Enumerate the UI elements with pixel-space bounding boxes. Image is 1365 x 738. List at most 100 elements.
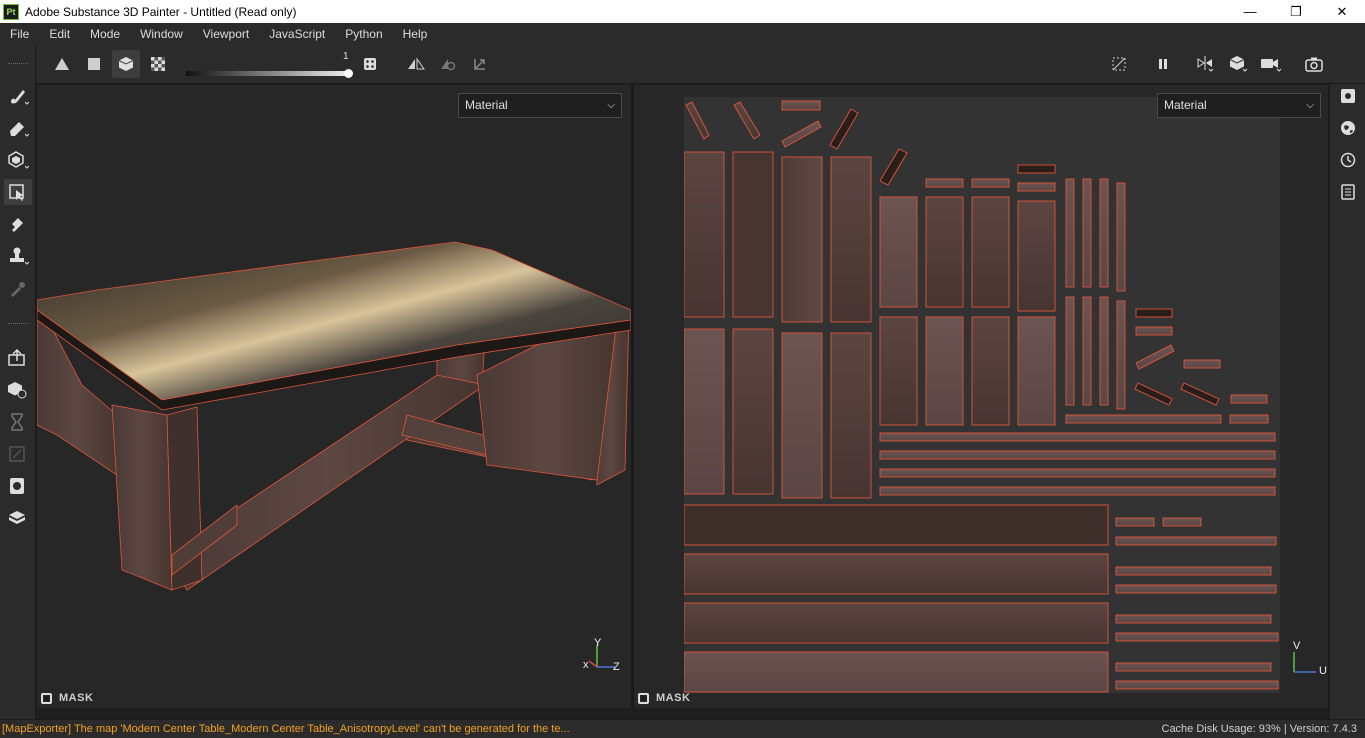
square-mode-button[interactable] (80, 50, 108, 78)
transform-button[interactable] (466, 50, 494, 78)
minimize-button[interactable]: — (1227, 0, 1273, 23)
close-button[interactable]: ✕ (1319, 0, 1365, 23)
menu-window[interactable]: Window (130, 23, 193, 45)
viewport-2d-channel-select[interactable]: Material ⌵ (1157, 93, 1321, 118)
triangle-mode-button[interactable] (48, 50, 76, 78)
axis-z-label: Z (613, 661, 620, 673)
chevron-down-icon: ⌵ (607, 100, 615, 111)
cube-mode-button[interactable] (112, 50, 140, 78)
bake-button[interactable] (4, 377, 32, 403)
settings-panel-icon (1341, 89, 1355, 103)
toolbar-grip (8, 323, 28, 325)
mask-icon (41, 692, 52, 704)
viewport-3d-channel-value: Material (465, 98, 508, 112)
menu-edit[interactable]: Edit (39, 23, 80, 45)
log-panel-button[interactable] (1336, 180, 1360, 204)
triangle-icon (55, 58, 69, 70)
clone-tool-button[interactable] (4, 243, 32, 269)
viewport-3d[interactable]: Material ⌵ Y x Z MASK (37, 85, 631, 708)
menu-file[interactable]: File (0, 23, 39, 45)
menu-bar: File Edit Mode Window Viewport JavaScrip… (0, 23, 1365, 45)
mesh-button[interactable] (4, 505, 32, 531)
window-title: Adobe Substance 3D Painter - Untitled (R… (25, 4, 297, 19)
polygon-fill-tool-button[interactable] (4, 179, 32, 205)
camera-button[interactable] (1257, 50, 1285, 78)
camera-icon (1261, 59, 1282, 72)
mask-indicator-2d[interactable]: MASK (638, 692, 690, 704)
split-view-icon (1197, 56, 1214, 72)
history-panel-button[interactable] (1336, 148, 1360, 172)
cube-view-icon (1229, 56, 1248, 72)
texture-set-icon (10, 478, 24, 494)
checker-icon (151, 57, 165, 71)
hide-icon (1112, 57, 1126, 71)
opacity-slider-value: 1 (343, 51, 349, 62)
opacity-slider[interactable] (186, 71, 348, 76)
mask-label-3d: MASK (59, 692, 94, 704)
history-clock-icon (1340, 152, 1356, 168)
opacity-slider-handle[interactable] (344, 69, 353, 78)
split-view-button[interactable] (1192, 50, 1220, 78)
menu-javascript[interactable]: JavaScript (259, 23, 335, 45)
dice-icon (364, 58, 376, 70)
export-icon (8, 348, 25, 366)
texture-set-button[interactable] (4, 473, 32, 499)
eraser-icon (10, 122, 29, 137)
hide-ui-button[interactable] (1105, 50, 1133, 78)
viewport-2d-channel-value: Material (1164, 98, 1207, 112)
display-settings-button[interactable] (1336, 116, 1360, 140)
menu-python[interactable]: Python (335, 23, 392, 45)
symmetry-button[interactable] (402, 50, 430, 78)
square-icon (88, 58, 100, 70)
uv-texture-sheet (683, 97, 1280, 693)
random-seed-button[interactable] (356, 50, 384, 78)
minimize-icon: — (1243, 4, 1257, 19)
menu-help[interactable]: Help (393, 23, 438, 45)
projection-tool-button[interactable] (4, 147, 32, 173)
app-logo-icon: Pt (3, 3, 19, 20)
export-button[interactable] (4, 345, 32, 371)
eyedropper-icon (11, 282, 25, 297)
render-icon (9, 446, 25, 462)
hourglass-icon (11, 413, 23, 431)
screenshot-button[interactable] (1300, 50, 1328, 78)
table-3d-model (37, 241, 631, 591)
top-toolbar: 1 (36, 45, 1365, 84)
mask-indicator-3d[interactable]: MASK (41, 692, 93, 704)
history-button[interactable] (4, 409, 32, 435)
menu-viewport[interactable]: Viewport (193, 23, 259, 45)
menu-mode[interactable]: Mode (80, 23, 130, 45)
axis-y-label: Y (594, 637, 602, 649)
status-message[interactable]: [MapExporter] The map 'Modern Center Tab… (2, 720, 570, 738)
left-toolbar (0, 45, 36, 719)
smudge-tool-button[interactable] (4, 211, 32, 237)
mask-label-2d: MASK (656, 692, 691, 704)
axis-v-label: V (1293, 640, 1301, 652)
restore-icon: ❐ (1290, 3, 1302, 19)
mesh-icon (9, 511, 25, 524)
viewport-2d[interactable]: Material ⌵ V U MASK (634, 85, 1328, 708)
screenshot-icon (1305, 57, 1323, 72)
color-picker-tool-button[interactable] (4, 275, 32, 301)
log-icon (1341, 184, 1355, 200)
status-info: Cache Disk Usage: 93% | Version: 7.4.3 (1162, 720, 1358, 738)
symmetry-settings-button[interactable] (434, 50, 462, 78)
cube-icon (118, 57, 134, 71)
brush-icon (11, 90, 29, 105)
symmetry-settings-icon (441, 59, 456, 71)
pause-button[interactable] (1149, 50, 1177, 78)
symmetry-icon (408, 57, 425, 70)
viewport-3d-channel-select[interactable]: Material ⌵ (458, 93, 622, 118)
iray-button[interactable] (4, 441, 32, 467)
restore-button[interactable]: ❐ (1273, 0, 1319, 23)
texture-set-settings-button[interactable] (1336, 84, 1360, 108)
smudge-icon (12, 218, 23, 232)
version-label: | Version: 7.4.3 (1283, 723, 1357, 735)
eraser-tool-button[interactable] (4, 115, 32, 141)
checker-mode-button[interactable] (144, 50, 172, 78)
polygon-fill-icon (9, 184, 24, 201)
cube-view-button[interactable] (1225, 50, 1253, 78)
bake-icon (8, 382, 27, 399)
globe-icon (1341, 121, 1355, 135)
paint-tool-button[interactable] (4, 83, 32, 109)
